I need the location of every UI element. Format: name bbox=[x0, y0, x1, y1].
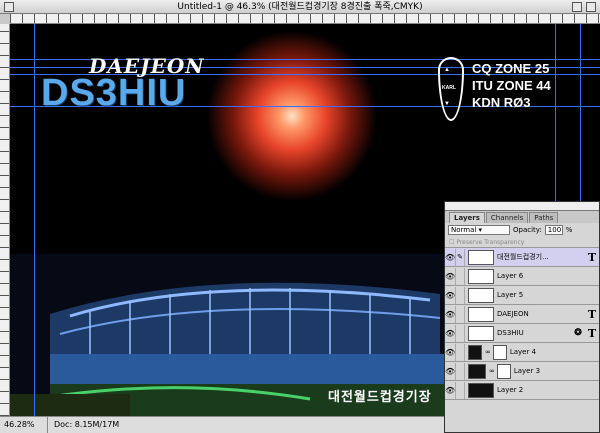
window-title: Untitled-1 @ 46.3% (대전월드컵경기장 8경진출 폭죽,CMY… bbox=[177, 2, 423, 12]
zoom-box[interactable] bbox=[572, 2, 582, 12]
layer-thumbnail bbox=[468, 268, 494, 284]
link-icon[interactable] bbox=[455, 381, 465, 399]
layer-row[interactable]: 👁 ✎ 대전월드컵경기... T bbox=[445, 248, 599, 267]
palette-tabs: Layers Channels Paths bbox=[445, 211, 599, 223]
opacity-label: Opacity: bbox=[513, 226, 542, 234]
link-icon[interactable] bbox=[455, 267, 465, 285]
link-icon[interactable] bbox=[455, 324, 465, 342]
layer-thumbnail bbox=[468, 363, 486, 379]
link-icon[interactable] bbox=[455, 343, 465, 361]
eye-icon[interactable]: 👁 bbox=[445, 386, 455, 395]
karl-logo: ▲ KARL ▼ bbox=[438, 57, 464, 121]
mask-link-icon: ∞ bbox=[485, 348, 491, 356]
tab-layers[interactable]: Layers bbox=[449, 212, 485, 223]
brush-icon[interactable]: ✎ bbox=[455, 248, 465, 266]
tab-paths[interactable]: Paths bbox=[529, 212, 559, 223]
layer-row[interactable]: 👁 DAEJEON T bbox=[445, 305, 599, 324]
layer-thumbnail bbox=[468, 325, 494, 341]
layer-row[interactable]: 👁 DS3HIU ❂ T bbox=[445, 324, 599, 343]
karl-label: KARL bbox=[442, 85, 456, 91]
layer-row[interactable]: 👁 Layer 6 bbox=[445, 267, 599, 286]
layer-row[interactable]: 👁 Layer 2 bbox=[445, 381, 599, 400]
layer-name: Layer 4 bbox=[509, 348, 537, 356]
layer-name: Layer 6 bbox=[497, 272, 524, 280]
eye-icon[interactable]: 👁 bbox=[445, 272, 455, 281]
effects-icon: ❂ bbox=[574, 328, 582, 338]
vertical-ruler[interactable] bbox=[0, 24, 10, 416]
layer-list: 👁 ✎ 대전월드컵경기... T 👁 Layer 6 👁 Layer 5 👁 D… bbox=[445, 248, 599, 400]
checkbox-icon: ☐ bbox=[449, 239, 455, 246]
layer-thumbnail bbox=[468, 287, 494, 303]
opacity-unit: % bbox=[565, 226, 573, 234]
layer-name: DS3HIU bbox=[497, 329, 524, 337]
layer-thumbnail bbox=[468, 382, 494, 398]
eye-icon[interactable]: 👁 bbox=[445, 253, 455, 262]
text-layer-icon: T bbox=[587, 326, 597, 340]
layer-mask-thumbnail bbox=[496, 363, 511, 379]
close-box[interactable] bbox=[4, 2, 14, 12]
stadium-caption: 대전월드컵경기장 bbox=[328, 390, 432, 405]
text-layer-icon: T bbox=[587, 250, 597, 264]
eye-icon[interactable]: 👁 bbox=[445, 348, 455, 357]
callsign-text: DS3HIU bbox=[41, 72, 187, 114]
eye-icon[interactable]: 👁 bbox=[445, 291, 455, 300]
layer-row[interactable]: 👁 Layer 5 bbox=[445, 286, 599, 305]
palette-title-bar[interactable] bbox=[445, 202, 599, 211]
mask-link-icon: ∞ bbox=[489, 367, 495, 375]
eye-icon[interactable]: 👁 bbox=[445, 310, 455, 319]
layer-name: Layer 2 bbox=[497, 386, 524, 394]
link-icon[interactable] bbox=[455, 286, 465, 304]
eye-icon[interactable]: 👁 bbox=[445, 367, 455, 376]
text-layer-icon: T bbox=[587, 307, 597, 321]
kdn-text: KDN RØ3 bbox=[472, 95, 531, 110]
horizontal-ruler[interactable] bbox=[10, 14, 600, 24]
guide-line[interactable] bbox=[34, 24, 35, 416]
firework-image bbox=[206, 30, 378, 202]
itu-zone-text: ITU ZONE 44 bbox=[472, 78, 551, 93]
preserve-label: Preserve Transparency bbox=[456, 239, 525, 246]
blend-row: Normal ▾ Opacity: 100 % bbox=[445, 223, 599, 237]
zone-info: CQ ZONE 25 ITU ZONE 44 KDN RØ3 bbox=[472, 60, 551, 111]
layer-thumbnail bbox=[468, 344, 482, 360]
layer-thumbnail bbox=[468, 306, 494, 322]
layer-name: Layer 5 bbox=[497, 291, 524, 299]
layer-thumbnail bbox=[468, 249, 494, 265]
layer-row[interactable]: 👁 ∞ Layer 3 bbox=[445, 362, 599, 381]
blend-mode-select[interactable]: Normal ▾ bbox=[448, 225, 510, 235]
tab-channels[interactable]: Channels bbox=[485, 212, 529, 223]
photoshop-window: Untitled-1 @ 46.3% (대전월드컵경기장 8경진출 폭죽,CMY… bbox=[0, 0, 600, 433]
zoom-field[interactable]: 46.28% bbox=[4, 417, 48, 433]
opacity-input[interactable]: 100 bbox=[544, 225, 563, 235]
link-icon[interactable] bbox=[455, 362, 465, 380]
title-bar[interactable]: Untitled-1 @ 46.3% (대전월드컵경기장 8경진출 폭죽,CMY… bbox=[0, 0, 600, 14]
layer-name: DAEJEON bbox=[497, 310, 529, 318]
layer-mask-thumbnail bbox=[492, 344, 507, 360]
layer-name: Layer 3 bbox=[513, 367, 541, 375]
layers-palette: Layers Channels Paths Normal ▾ Opacity: … bbox=[444, 201, 600, 433]
layer-name: 대전월드컵경기... bbox=[497, 253, 549, 261]
link-icon[interactable] bbox=[455, 305, 465, 323]
eye-icon[interactable]: 👁 bbox=[445, 329, 455, 338]
doc-size[interactable]: Doc: 8.15M/17M bbox=[54, 417, 119, 433]
status-bar: 46.28% Doc: 8.15M/17M bbox=[0, 416, 445, 433]
cq-zone-text: CQ ZONE 25 bbox=[472, 61, 550, 76]
collapse-box[interactable] bbox=[586, 2, 596, 12]
layer-row[interactable]: 👁 ∞ Layer 4 bbox=[445, 343, 599, 362]
preserve-transparency-checkbox[interactable]: ☐ Preserve Transparency bbox=[445, 237, 599, 248]
